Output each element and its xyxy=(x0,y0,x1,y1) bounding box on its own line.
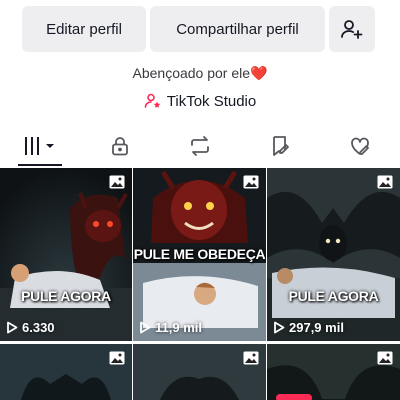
photo-icon xyxy=(243,175,259,189)
edit-profile-button[interactable]: Editar perfil xyxy=(22,6,146,52)
view-count-value: 297,9 mil xyxy=(289,320,344,335)
photo-icon xyxy=(243,351,259,365)
share-profile-button[interactable]: Compartilhar perfil xyxy=(150,6,325,52)
thumbnail-image xyxy=(0,168,132,341)
view-count: 6.330 xyxy=(6,320,55,335)
video-thumbnail[interactable]: PULE AGORA 6.330 xyxy=(0,168,132,341)
profile-bio: Abençoado por ele❤️ xyxy=(0,65,400,82)
photo-icon xyxy=(109,175,125,189)
view-count-value: 6.330 xyxy=(22,320,55,335)
video-thumbnail[interactable]: PULE AGORA 297,9 mil xyxy=(267,168,400,341)
studio-label: TikTok Studio xyxy=(166,92,257,110)
tab-videos[interactable] xyxy=(0,126,80,166)
video-thumbnail[interactable] xyxy=(133,344,266,400)
video-thumbnail[interactable] xyxy=(267,344,400,400)
profile-tabs xyxy=(0,126,400,166)
post-caption: PULE AGORA xyxy=(288,288,379,304)
photo-icon xyxy=(377,175,393,189)
play-icon xyxy=(274,321,285,334)
liked-heart-icon xyxy=(351,137,369,155)
add-friend-button[interactable] xyxy=(329,6,375,52)
heart-emoji: ❤️ xyxy=(250,65,268,81)
video-grid: PULE AGORA 6.330 PULE ME OBEDEÇA 11,9 mi… xyxy=(0,168,400,400)
repost-icon xyxy=(191,136,209,156)
view-count: 11,9 mil xyxy=(139,320,202,335)
play-icon xyxy=(7,321,18,334)
lock-icon xyxy=(112,137,128,156)
post-caption: PULE ME OBEDEÇA xyxy=(133,246,266,262)
thumbnail-image xyxy=(267,168,400,341)
grid-icon xyxy=(25,137,54,155)
tab-favorites[interactable] xyxy=(240,126,320,166)
profile-actions: Editar perfil Compartilhar perfil xyxy=(22,6,378,52)
video-thumbnail[interactable]: PULE ME OBEDEÇA 11,9 mil xyxy=(133,168,266,341)
tab-private[interactable] xyxy=(80,126,160,166)
bookmark-icon xyxy=(273,136,289,156)
tiktok-studio-link[interactable]: TikTok Studio xyxy=(0,92,400,110)
tab-liked[interactable] xyxy=(320,126,400,166)
studio-user-icon xyxy=(144,93,161,108)
video-thumbnail[interactable] xyxy=(0,344,132,400)
play-icon xyxy=(140,321,151,334)
bio-text: Abençoado por ele xyxy=(132,65,251,81)
view-count-value: 11,9 mil xyxy=(155,320,202,335)
photo-icon xyxy=(109,351,125,365)
photo-icon xyxy=(377,351,393,365)
view-count: 297,9 mil xyxy=(273,320,344,335)
create-button-edge[interactable] xyxy=(276,394,312,400)
tab-reposts[interactable] xyxy=(160,126,240,166)
add-user-icon xyxy=(341,20,363,39)
post-caption: PULE AGORA xyxy=(21,288,111,304)
